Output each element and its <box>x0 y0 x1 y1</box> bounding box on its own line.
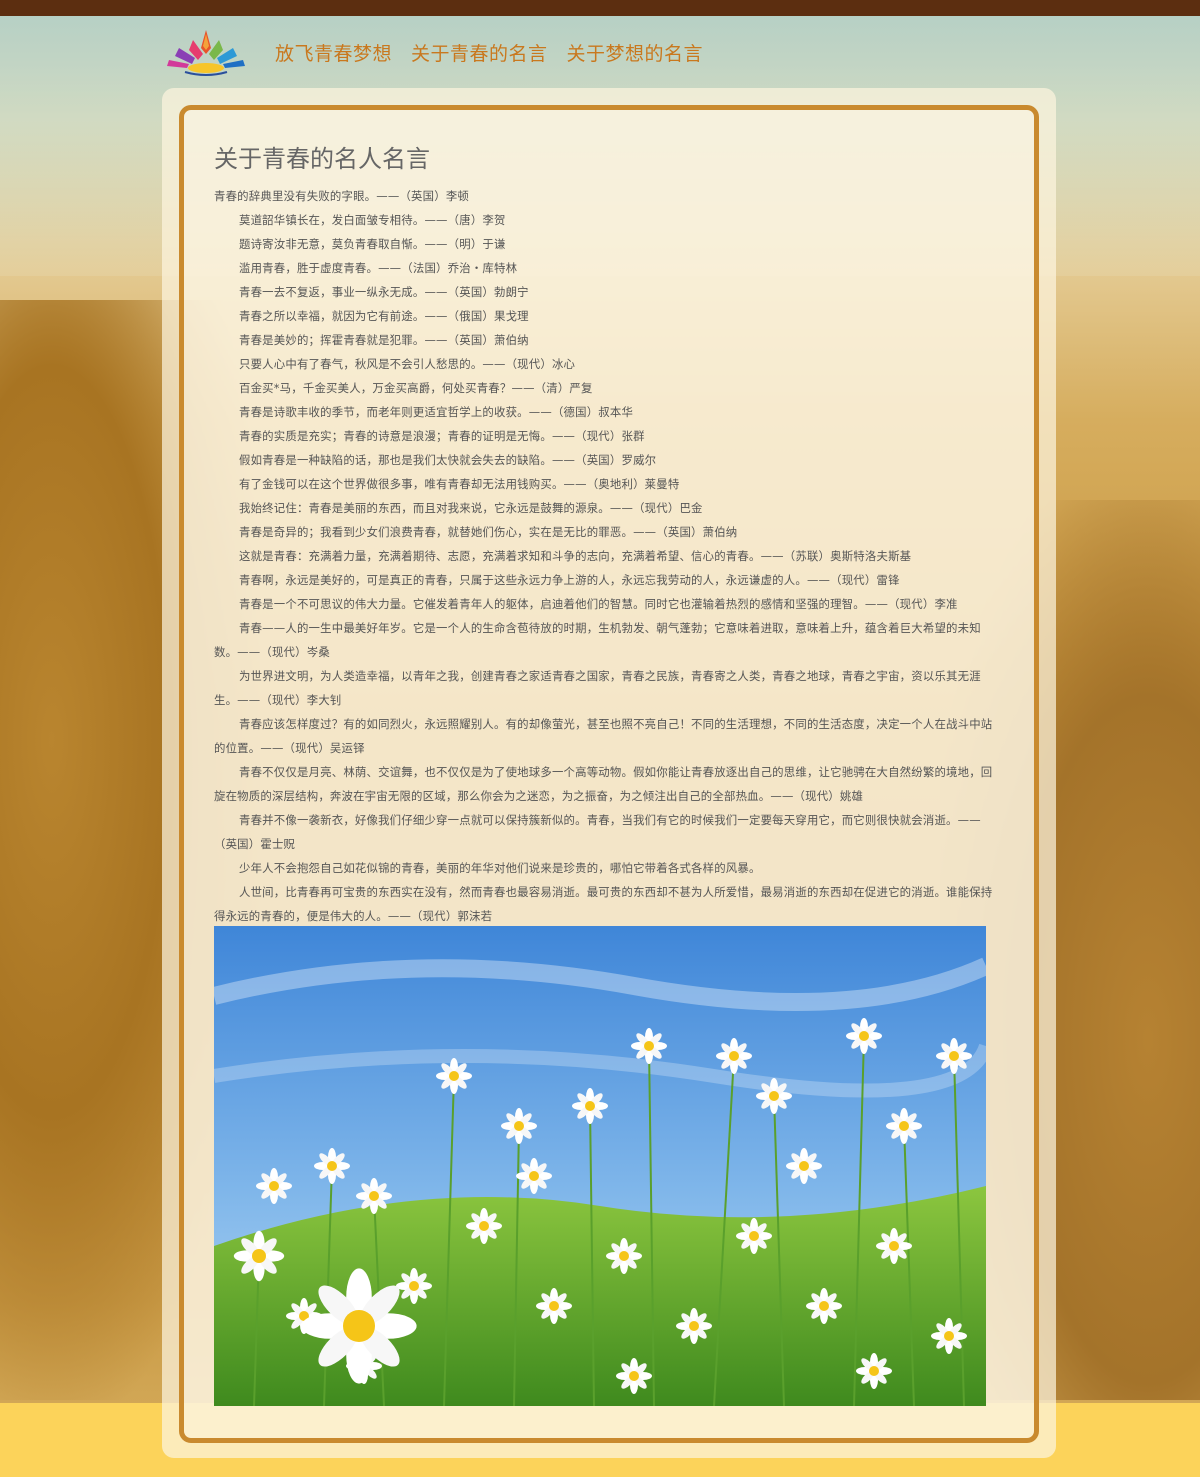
quote-item: 青春是一个不可思议的伟大力量。它催发着青年人的躯体，启迪着他们的智慧。同时它也灌… <box>239 597 958 611</box>
quote-item: 青春不仅仅是月亮、林荫、交谊舞，也不仅仅是为了使地球多一个高等动物。假如你能让青… <box>214 765 993 803</box>
quote-item: 青春是奇异的；我看到少女们浪费青春，就替她们伤心，实在是无比的罪恶。——（英国）… <box>239 525 738 539</box>
quote-item: 人世间，比青春再可宝贵的东西实在没有，然而青春也最容易消逝。最可贵的东西却不甚为… <box>214 885 993 923</box>
quote-item: 莫道韶华镇长在，发白面皱专相待。——（唐）李贺 <box>239 213 506 227</box>
quote-item: 我始终记住：青春是美丽的东西，而且对我来说，它永远是鼓舞的源泉。——（现代）巴金 <box>239 501 703 515</box>
daisy-field-image <box>214 926 986 1406</box>
quote-item: 青春并不像一袭新衣，好像我们仔细少穿一点就可以保持簇新似的。青春，当我们有它的时… <box>214 813 981 851</box>
nav-item-dream-quotes[interactable]: 关于梦想的名言 <box>567 39 704 66</box>
nav-item-youth-dream[interactable]: 放飞青春梦想 <box>275 39 392 66</box>
article-title: 关于青春的名人名言 <box>214 145 430 173</box>
quote-item: 青春之所以幸福，就因为它有前途。——（俄国）果戈理 <box>239 309 529 323</box>
article: 关于青春的名人名言 青春的辞典里没有失败的字眼。——（英国）李顿 莫道韶华镇长在… <box>214 140 1000 928</box>
top-bar <box>0 0 1200 16</box>
quote-item: 百金买*马，千金买美人，万金买高爵，何处买青春？——（清）严复 <box>239 381 593 395</box>
quote-item: 题诗寄汝非无意，莫负青春取自惭。——（明）于谦 <box>239 237 506 251</box>
quote-item: 为世界进文明，为人类造幸福，以青年之我，创建青春之家适青春之国家，青春之民族，青… <box>214 669 981 707</box>
quote-item: 青春的辞典里没有失败的字眼。——（英国）李顿 <box>214 189 469 203</box>
quote-item: 青春一去不复返，事业一纵永无成。——（英国）勃朗宁 <box>239 285 529 299</box>
quote-item: 青春是美妙的；挥霍青春就是犯罪。——（英国）萧伯纳 <box>239 333 529 347</box>
quote-item: 假如青春是一种缺陷的话，那也是我们太快就会失去的缺陷。——（英国）罗威尔 <box>239 453 657 467</box>
quote-list: 青春的辞典里没有失败的字眼。——（英国）李顿 莫道韶华镇长在，发白面皱专相待。—… <box>214 184 1000 928</box>
quote-item: 只要人心中有了春气，秋风是不会引人愁思的。——（现代）冰心 <box>239 357 576 371</box>
quote-item: 青春的实质是充实；青春的诗意是浪漫；青春的证明是无悔。——（现代）张群 <box>239 429 645 443</box>
quote-item: 少年人不会抱怨自己如花似锦的青春，美丽的年华对他们说来是珍贵的，哪怕它带着各式各… <box>239 861 761 875</box>
nav-item-youth-quotes[interactable]: 关于青春的名言 <box>411 39 548 66</box>
quote-item: 青春——人的一生中最美好年岁。它是一个人的生命含苞待放的时期，生机勃发、朝气蓬勃… <box>214 621 981 659</box>
quote-item: 青春啊，永远是美好的，可是真正的青春，只属于这些永远力争上游的人，永远忘我劳动的… <box>239 573 900 587</box>
site-header: 放飞青春梦想 关于青春的名言 关于梦想的名言 <box>165 24 703 80</box>
lotus-logo-icon[interactable] <box>165 26 247 78</box>
quote-item: 有了金钱可以在这个世界做很多事，唯有青春却无法用钱购买。——（奥地利）莱曼特 <box>239 477 680 491</box>
main-nav: 放飞青春梦想 关于青春的名言 关于梦想的名言 <box>275 39 703 66</box>
quote-item: 这就是青春：充满着力量，充满着期待、志愿，充满着求知和斗争的志向，充满着希望、信… <box>239 549 912 563</box>
quote-item: 青春是诗歌丰收的季节，而老年则更适宜哲学上的收获。——（德国）叔本华 <box>239 405 634 419</box>
quote-item: 青春应该怎样度过？有的如同烈火，永远照耀别人。有的却像萤光，甚至也照不亮自己！不… <box>214 717 993 755</box>
quote-item: 滥用青春，胜于虚度青春。——（法国）乔治・库特林 <box>239 261 518 275</box>
